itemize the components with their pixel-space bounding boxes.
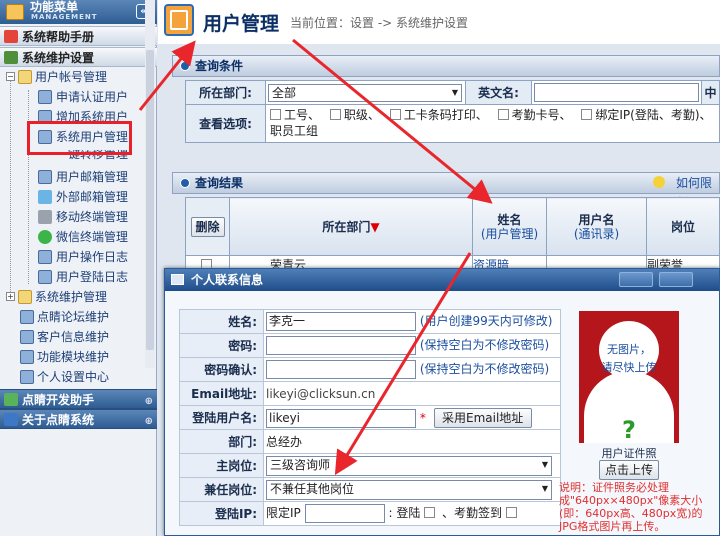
arrow-to-title (138, 40, 196, 111)
annotation-arrows (138, 38, 493, 476)
arrow-to-name-column (292, 38, 493, 204)
arrow-to-position (334, 252, 472, 476)
